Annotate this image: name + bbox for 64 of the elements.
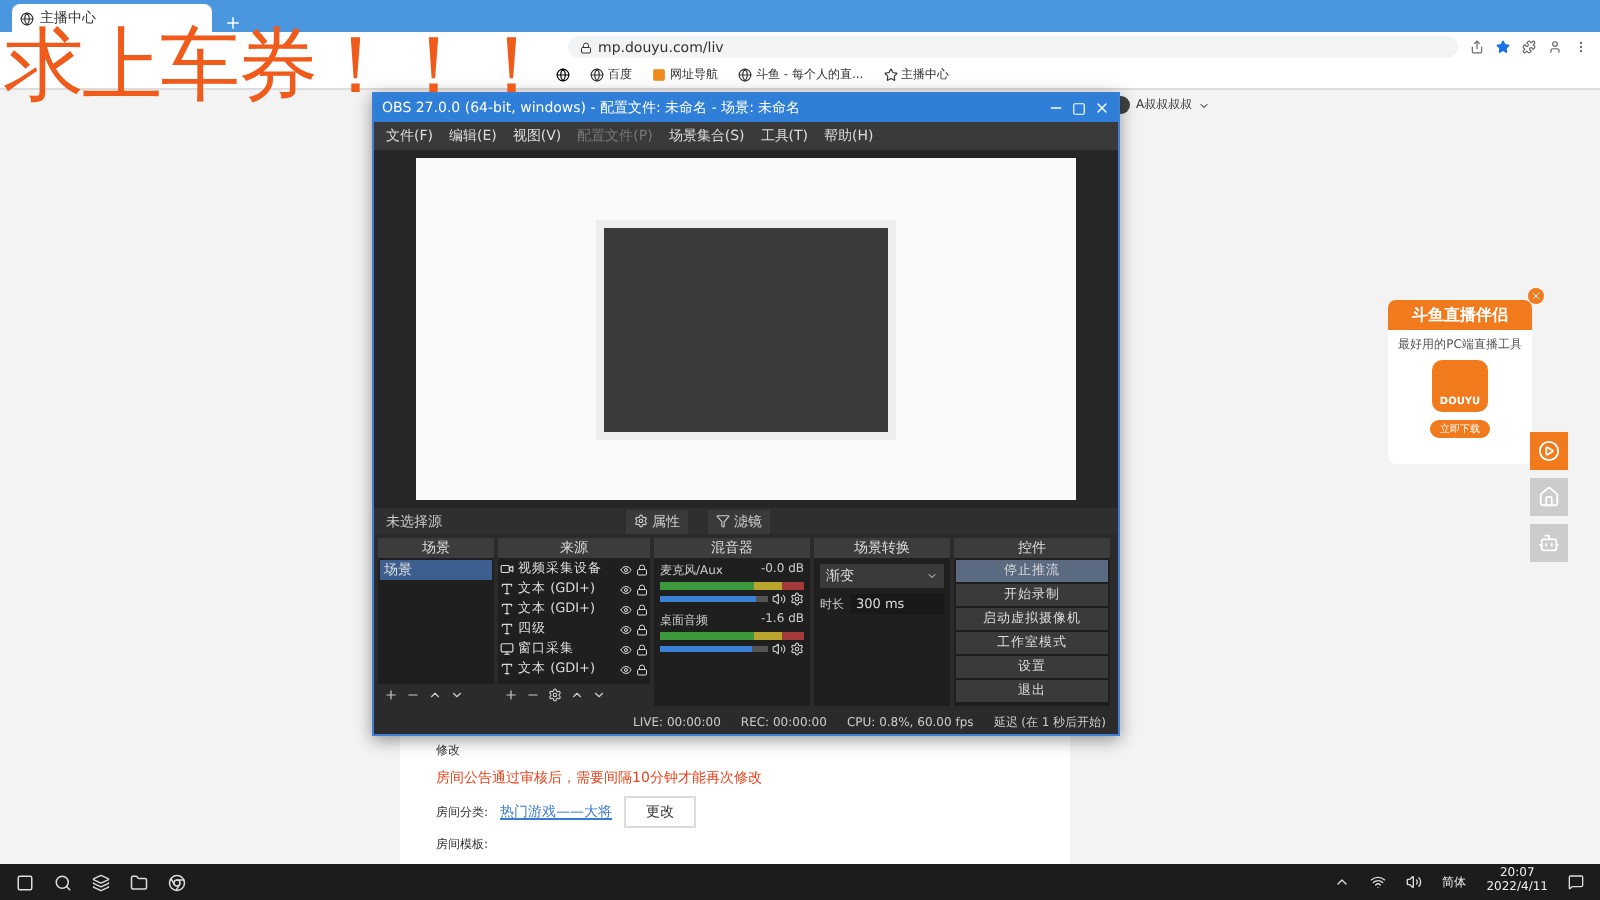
lock-icon[interactable] bbox=[636, 663, 648, 675]
menu-icon[interactable] bbox=[1574, 40, 1588, 54]
gear-icon bbox=[634, 514, 648, 528]
add-icon[interactable] bbox=[384, 688, 398, 702]
star-icon bbox=[883, 68, 898, 82]
audio-meter bbox=[660, 582, 804, 590]
settings-icon[interactable] bbox=[790, 642, 804, 656]
network-icon[interactable] bbox=[1370, 874, 1387, 890]
lock-icon bbox=[580, 41, 592, 53]
audio-meter bbox=[660, 632, 804, 640]
notification-icon[interactable] bbox=[1568, 874, 1584, 890]
play-button[interactable] bbox=[1530, 432, 1568, 470]
up-icon[interactable] bbox=[570, 688, 584, 702]
windows-icon[interactable] bbox=[16, 873, 34, 891]
eye-icon[interactable] bbox=[620, 623, 632, 635]
task-view-icon[interactable] bbox=[92, 873, 110, 891]
text-icon bbox=[500, 662, 514, 676]
profile-icon[interactable] bbox=[1548, 40, 1562, 54]
eye-icon[interactable] bbox=[620, 563, 632, 575]
search-icon[interactable] bbox=[54, 873, 72, 891]
eye-icon[interactable] bbox=[620, 583, 632, 595]
caret-icon[interactable] bbox=[1334, 874, 1351, 890]
volume-icon[interactable] bbox=[1406, 874, 1423, 890]
up-icon[interactable] bbox=[428, 688, 442, 702]
settings-icon[interactable] bbox=[790, 592, 804, 606]
volume-icon[interactable] bbox=[772, 592, 786, 606]
volume-icon[interactable] bbox=[772, 642, 786, 656]
globe-icon bbox=[20, 11, 34, 25]
text-icon bbox=[500, 622, 514, 636]
down-icon[interactable] bbox=[592, 688, 606, 702]
close-icon[interactable] bbox=[1094, 100, 1110, 116]
globe-icon[interactable] bbox=[556, 68, 570, 82]
monitor-icon bbox=[500, 642, 514, 656]
remove-icon[interactable] bbox=[406, 688, 420, 702]
share-icon[interactable] bbox=[1470, 40, 1484, 54]
filter-icon bbox=[716, 514, 730, 528]
star-icon[interactable] bbox=[1496, 40, 1510, 54]
ad-title: 斗鱼直播伴侣 bbox=[1388, 300, 1532, 330]
volume-slider[interactable] bbox=[660, 596, 768, 602]
lock-icon[interactable] bbox=[636, 583, 648, 595]
extensions-icon[interactable] bbox=[1522, 40, 1536, 54]
eye-icon[interactable] bbox=[620, 643, 632, 655]
globe-icon bbox=[738, 68, 752, 82]
text-icon bbox=[500, 602, 514, 616]
eye-icon[interactable] bbox=[620, 603, 632, 615]
globe-icon bbox=[590, 68, 604, 82]
lock-icon[interactable] bbox=[636, 563, 648, 575]
down-icon[interactable] bbox=[450, 688, 464, 702]
lock-icon[interactable] bbox=[636, 603, 648, 615]
square-icon bbox=[652, 68, 666, 82]
add-icon[interactable] bbox=[504, 688, 518, 702]
play-icon[interactable] bbox=[1538, 440, 1560, 462]
remove-icon[interactable] bbox=[526, 688, 540, 702]
folder-icon[interactable] bbox=[130, 873, 148, 891]
lock-icon[interactable] bbox=[636, 643, 648, 655]
maximize-icon[interactable] bbox=[1072, 101, 1086, 115]
settings-icon[interactable] bbox=[548, 688, 562, 702]
eye-icon[interactable] bbox=[620, 663, 632, 675]
lock-icon[interactable] bbox=[636, 623, 648, 635]
camera-icon bbox=[500, 562, 514, 576]
volume-slider[interactable] bbox=[660, 646, 768, 652]
browser-icon[interactable] bbox=[168, 873, 186, 891]
text-icon bbox=[500, 582, 514, 596]
caret-icon bbox=[926, 570, 938, 582]
